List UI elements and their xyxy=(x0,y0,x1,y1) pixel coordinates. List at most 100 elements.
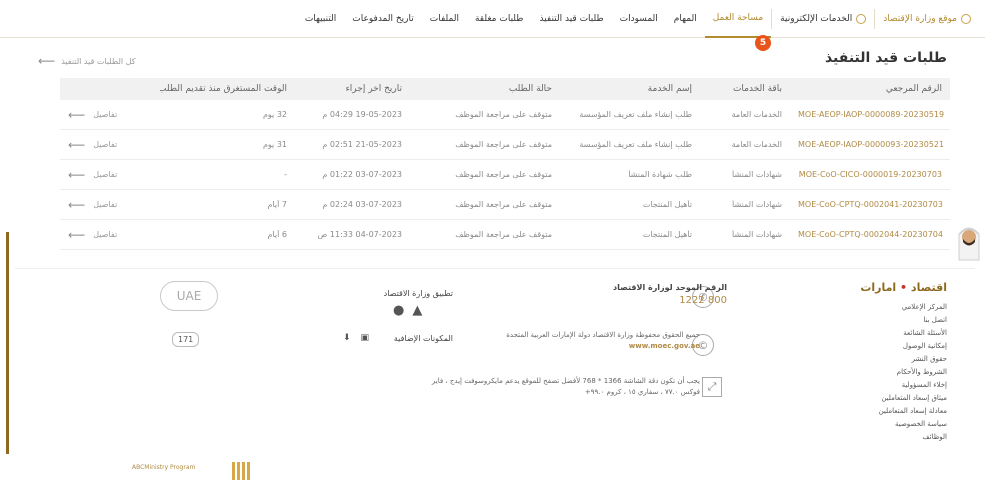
cell-status: متوقف على مراجعة الموظف xyxy=(455,200,552,209)
nav-files-label: الملفات xyxy=(429,14,459,24)
cell-service: طلب إنشاء ملف تعريف المؤسسة xyxy=(579,140,692,149)
details-label: تفاصيل xyxy=(93,140,118,149)
header-package: باقة الخدمات xyxy=(732,84,782,94)
header-service: إسم الخدمة xyxy=(647,84,692,94)
arrow-left-icon: ⟵ xyxy=(68,107,86,122)
contact-title: الرقم الموحد لوزارة الاقتصاد xyxy=(613,283,727,292)
arrow-left-icon: ⟵ xyxy=(68,197,86,212)
assistant-avatar[interactable] xyxy=(956,220,982,262)
economy-brand[interactable]: اقتصاد • امارات xyxy=(860,281,947,294)
footer-link[interactable]: الوظائف xyxy=(922,433,947,442)
details-link[interactable]: ⟵ تفاصيل xyxy=(60,168,160,182)
footer-link[interactable]: حقوق النشر xyxy=(912,355,947,364)
footer-link[interactable]: المركز الإعلامي xyxy=(902,303,947,312)
nav-in-progress[interactable]: طلبات قيد التنفيذ xyxy=(531,0,611,38)
details-link[interactable]: ⟵ تفاصيل xyxy=(60,108,160,122)
nav-payments[interactable]: تاريخ المدفوعات xyxy=(344,0,421,38)
footer-link[interactable]: الأسئلة الشائعة xyxy=(903,329,947,338)
header-status: حالة الطلب xyxy=(508,84,552,94)
cell-last-action: 04-07-2023 11:33 ص xyxy=(317,230,402,239)
app-store-icons: ● ▲ xyxy=(393,303,422,318)
table-row: MOE-CoO-CPTQ-0002041-20230703 شهادات الم… xyxy=(60,190,950,220)
brand-right: امارات xyxy=(860,281,897,294)
arrow-left-icon: ⟵ xyxy=(38,54,56,68)
all-requests-label: كل الطلبات قيد التنفيذ xyxy=(61,56,136,66)
nav-tasks[interactable]: المهام xyxy=(666,0,705,38)
brand-dot-icon: • xyxy=(900,281,908,294)
cell-time: - xyxy=(284,170,287,179)
cell-package: الخدمات العامة xyxy=(731,140,782,149)
copyright-url[interactable]: www.moec.gov.ae xyxy=(506,342,700,350)
android-icon[interactable]: ▲ xyxy=(412,303,422,318)
all-requests-link[interactable]: كل الطلبات قيد التنفيذ ⟵ xyxy=(38,54,136,68)
nav-closed-label: طلبات مغلقة xyxy=(474,14,524,24)
contact-block: الرقم الموحد لوزارة الاقتصاد 800 1222 xyxy=(613,283,727,306)
arrow-left-icon: ⟵ xyxy=(68,167,86,182)
cell-ref: MOE-CoO-CPTQ-0002041-20230703 xyxy=(798,200,943,209)
workspace-count-badge[interactable]: 5 xyxy=(755,35,771,51)
cell-status: متوقف على مراجعة الموظف xyxy=(455,140,552,149)
cell-status: متوقف على مراجعة الموظف xyxy=(455,110,552,119)
nav-workspace[interactable]: مساحة العمل xyxy=(704,0,772,38)
cell-package: الخدمات العامة xyxy=(731,110,782,119)
left-accent-bar xyxy=(6,232,9,454)
nav-moe-website-label: موقع وزارة الإقتصاد xyxy=(883,14,957,24)
footer-link[interactable]: سياسة الخصوصية xyxy=(895,420,947,429)
nav-drafts[interactable]: المسودات xyxy=(612,0,666,38)
footer-link[interactable]: ميثاق إسعاد المتعاملين xyxy=(881,394,947,403)
program-logo[interactable]: ABCMinistry Program xyxy=(132,464,195,471)
nav-closed[interactable]: طلبات مغلقة xyxy=(467,0,531,38)
top-navigation-bar: موقع وزارة الإقتصاد الخدمات الإلكترونية … xyxy=(0,0,985,38)
details-link[interactable]: ⟵ تفاصيل xyxy=(60,228,160,242)
header-time: الوقت المستغرق منذ تقديم الطلب (بالايام) xyxy=(160,84,287,94)
header-last-action: تاريخ آخر إجراء xyxy=(345,84,402,94)
table-row: MOE-CoO-CICO-0000019-20230703 شهادات الم… xyxy=(60,160,950,190)
partner-logo[interactable]: 171 xyxy=(172,332,200,347)
footer-link[interactable]: معادلة إسعاد المتعاملين xyxy=(879,407,947,416)
nav-tasks-label: المهام xyxy=(673,14,697,24)
cell-last-action: 21-05-2023 02:51 م xyxy=(322,140,402,149)
cell-service: تأهيل المنتجات xyxy=(642,200,692,209)
details-label: تفاصيل xyxy=(93,200,118,209)
addons-icons: ⬇ ▣ xyxy=(343,333,369,343)
footer-link[interactable]: اتصل بنا xyxy=(923,316,947,325)
addons-title: المكونات الإضافية xyxy=(393,334,453,343)
resolution-note: يجب أن تكون دقة الشاشة 1366 * 768 لأفضل … xyxy=(431,377,700,396)
table-row: MOE-AEOP-IAOP-0000089-20230519 الخدمات ا… xyxy=(60,100,950,130)
nav-files[interactable]: الملفات xyxy=(422,0,467,38)
contact-number[interactable]: 800 1222 xyxy=(613,295,727,306)
nav-workspace-label: مساحة العمل xyxy=(712,13,764,23)
qr-code-icon[interactable] xyxy=(232,462,250,480)
nav-notifications[interactable]: التنبيهات xyxy=(297,0,344,38)
services-icon xyxy=(856,14,867,24)
cell-last-action: 03-07-2023 01:22 م xyxy=(322,170,402,179)
pdf-icon[interactable]: ▣ xyxy=(361,333,370,343)
nav-in-progress-label: طلبات قيد التنفيذ xyxy=(539,14,604,24)
nav-eservices[interactable]: الخدمات الإلكترونية xyxy=(772,0,874,38)
cell-ref: MOE-CoO-CPTQ-0002044-20230704 xyxy=(798,230,943,239)
requests-table: الرقم المرجعي باقة الخدمات إسم الخدمة حا… xyxy=(60,78,950,250)
cell-time: 7 أيام xyxy=(267,200,287,209)
cell-ref: MOE-CoO-CICO-0000019-20230703 xyxy=(798,170,942,179)
table-row: MOE-CoO-CPTQ-0002044-20230704 شهادات الم… xyxy=(60,220,950,250)
arrow-left-icon: ⟵ xyxy=(68,227,86,242)
main-nav: موقع وزارة الإقتصاد الخدمات الإلكترونية … xyxy=(297,0,979,38)
footer-link[interactable]: الشروط والأحكام xyxy=(897,368,947,377)
cell-status: متوقف على مراجعة الموظف xyxy=(455,170,552,179)
apple-icon[interactable]: ● xyxy=(393,303,404,318)
cell-service: تأهيل المنتجات xyxy=(642,230,692,239)
footer-links: المركز الإعلامي اتصل بنا الأسئلة الشائعة… xyxy=(879,303,947,442)
copyright-block: جميع الحقوق محفوظة وزارة الاقتصاد دولة ا… xyxy=(506,331,700,350)
cell-time: 6 أيام xyxy=(267,230,287,239)
uae-logo[interactable]: UAE xyxy=(160,281,218,311)
cell-service: طلب شهادة المنشأ xyxy=(628,170,692,179)
table-header: الرقم المرجعي باقة الخدمات إسم الخدمة حا… xyxy=(60,78,950,100)
download-icon[interactable]: ⬇ xyxy=(343,333,351,343)
footer-link[interactable]: إمكانية الوصول xyxy=(903,342,947,351)
details-link[interactable]: ⟵ تفاصيل xyxy=(60,138,160,152)
nav-moe-website[interactable]: موقع وزارة الإقتصاد xyxy=(875,0,979,38)
footer-link[interactable]: إخلاء المسؤولية xyxy=(902,381,947,390)
cell-status: متوقف على مراجعة الموظف xyxy=(455,230,552,239)
details-link[interactable]: ⟵ تفاصيل xyxy=(60,198,160,212)
copyright-text: جميع الحقوق محفوظة وزارة الاقتصاد دولة ا… xyxy=(506,331,700,339)
